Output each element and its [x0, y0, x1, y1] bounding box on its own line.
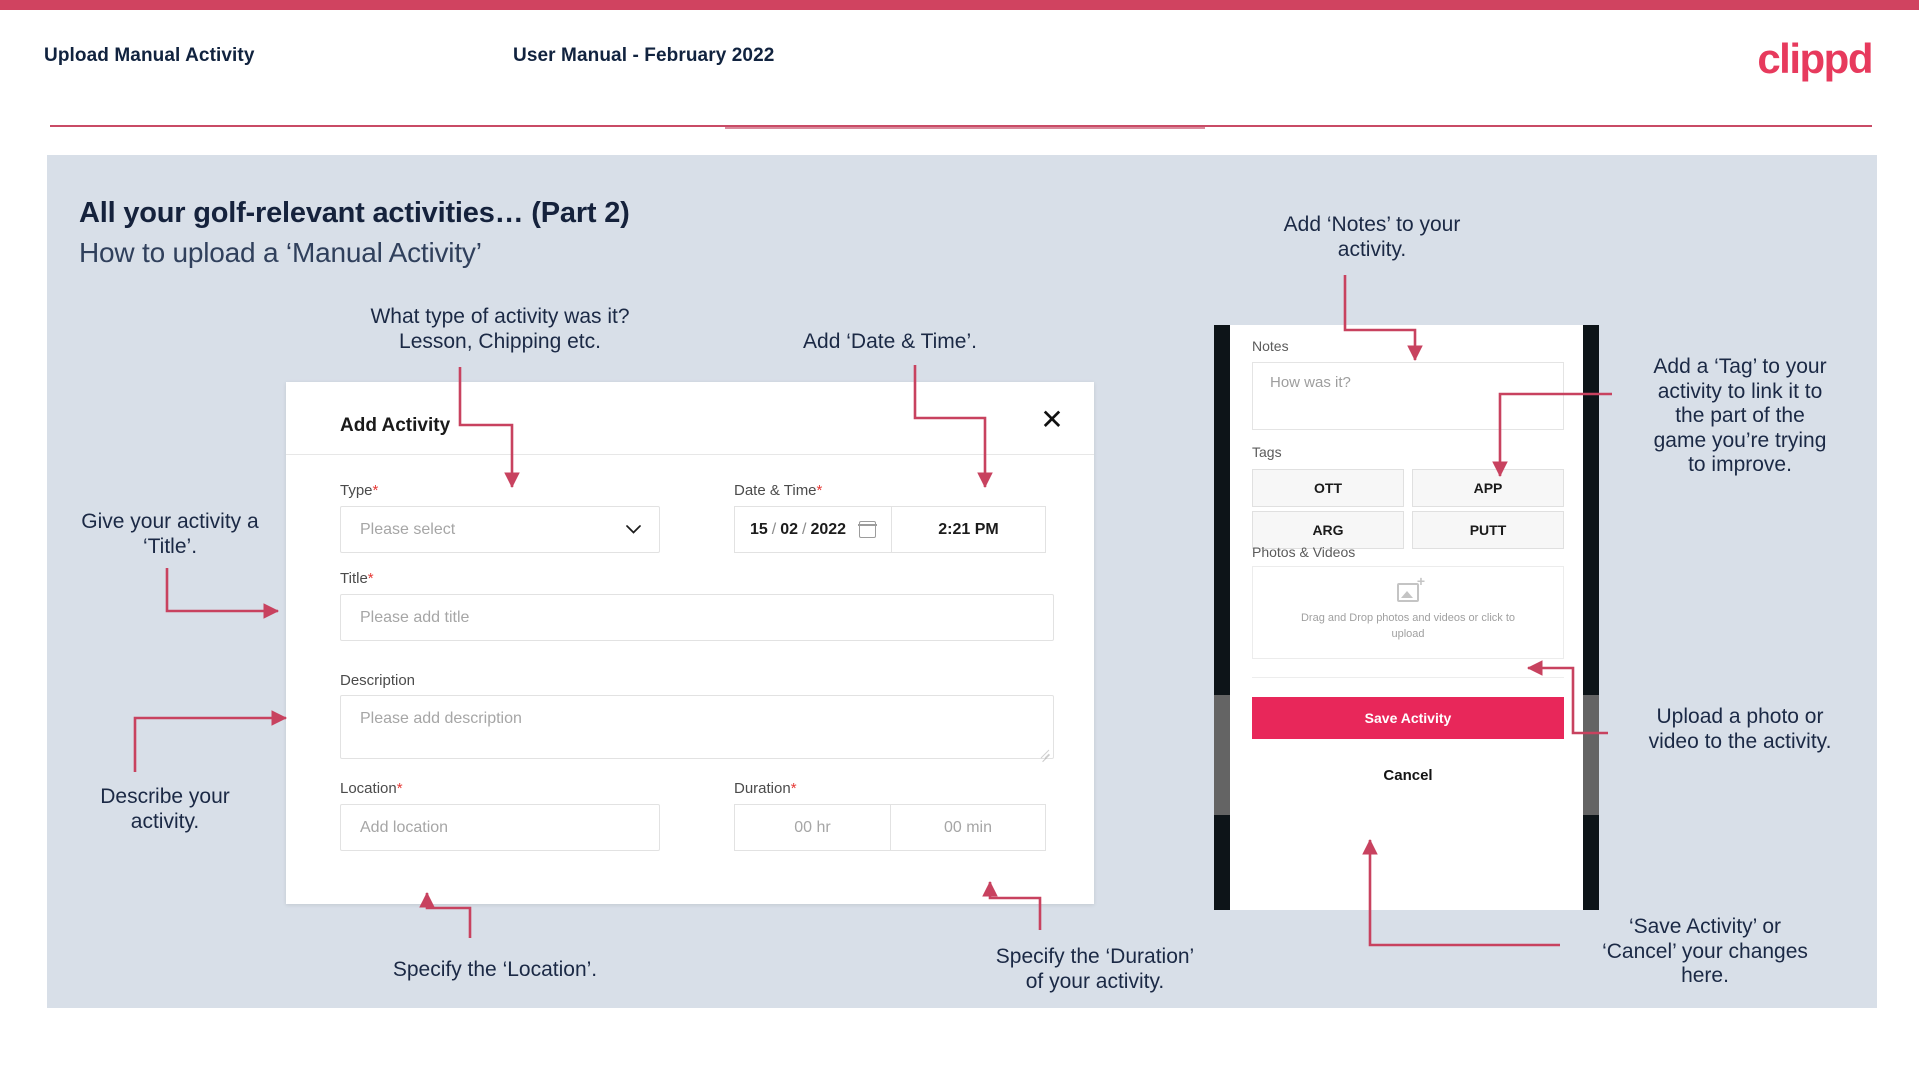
dialog-header-divider: [286, 454, 1094, 455]
date-input[interactable]: 15 / 02 / 2022: [734, 506, 891, 553]
annotation-datetime: Add ‘Date & Time’.: [803, 330, 977, 353]
duration-group: 00 hr 00 min: [734, 804, 1046, 851]
type-select[interactable]: Please select: [340, 506, 660, 553]
description-textarea[interactable]: Please add description: [340, 695, 1054, 759]
upload-dropzone[interactable]: Drag and Drop photos and videos or click…: [1252, 566, 1564, 659]
title-label: Title*: [340, 570, 374, 587]
type-label-text: Type: [340, 482, 373, 499]
title-label-text: Title: [340, 570, 368, 587]
description-label: Description: [340, 672, 416, 689]
annotation-location: Specify the ‘Location’.: [392, 958, 598, 981]
cancel-button[interactable]: Cancel: [1252, 755, 1564, 795]
page-subtitle: How to upload a ‘Manual Activity’: [79, 237, 482, 268]
description-placeholder: Please add description: [360, 710, 522, 727]
add-image-icon: [1397, 574, 1425, 602]
duration-label-text: Duration: [734, 780, 791, 797]
dialog-title: Add Activity: [340, 415, 451, 436]
tag-putt[interactable]: PUTT: [1412, 511, 1564, 549]
date-day: 15: [749, 520, 768, 538]
header-divider-secondary: [725, 127, 1205, 129]
annotation-tags: Add a ‘Tag’ to your activity to link it t…: [1653, 355, 1827, 477]
annotation-type: What type of activity was it? Lesson, Chi…: [370, 305, 630, 353]
notes-textarea[interactable]: How was it?: [1252, 362, 1564, 430]
tags-label: Tags: [1252, 444, 1282, 460]
type-required-mark: *: [372, 482, 379, 499]
annotation-description: Describe your activity.: [100, 785, 230, 833]
annotation-title: Give your activity a ‘Title’.: [81, 510, 259, 558]
notes-placeholder: How was it?: [1270, 374, 1351, 391]
duration-required-mark: *: [790, 780, 797, 797]
calendar-icon[interactable]: [858, 521, 877, 538]
datetime-label: Date & Time*: [734, 482, 822, 499]
date-sep-2: /: [802, 520, 807, 538]
title-required-mark: *: [367, 570, 374, 587]
datetime-required-mark: *: [816, 482, 823, 499]
title-placeholder: Please add title: [360, 608, 470, 626]
top-accent-bar: [0, 0, 1919, 10]
header-title: Upload Manual Activity: [44, 45, 255, 66]
date-month: 02: [780, 520, 798, 538]
time-input[interactable]: 2:21 PM: [891, 506, 1046, 553]
phone-bezel-right: [1583, 325, 1599, 910]
location-required-mark: *: [396, 780, 403, 797]
resize-handle-icon[interactable]: [1040, 746, 1050, 759]
phone-bezel-left: [1214, 325, 1230, 910]
header-subtitle: User Manual - February 2022: [513, 45, 775, 66]
tag-app[interactable]: APP: [1412, 469, 1564, 507]
add-activity-dialog: Add Activity ✕ Type* Please select Date …: [286, 382, 1094, 904]
location-placeholder: Add location: [360, 818, 449, 836]
photos-label: Photos & Videos: [1252, 544, 1356, 560]
annotation-notes: Add ‘Notes’ to your activity.: [1283, 213, 1461, 261]
page-title: All your golf-relevant activities… (Part…: [79, 197, 630, 229]
type-placeholder: Please select: [360, 520, 456, 538]
duration-hours-input[interactable]: 00 hr: [734, 804, 890, 851]
mobile-divider: [1252, 677, 1564, 678]
location-label: Location*: [340, 780, 403, 797]
chevron-down-icon: [626, 522, 641, 537]
datetime-group: 15 / 02 / 2022 2:21 PM: [734, 506, 1046, 553]
save-activity-button[interactable]: Save Activity: [1252, 697, 1564, 739]
type-label: Type*: [340, 482, 378, 499]
tag-ott[interactable]: OTT: [1252, 469, 1404, 507]
clippd-logo: clippd: [1757, 35, 1873, 82]
close-icon[interactable]: ✕: [1034, 402, 1070, 438]
annotation-duration: Specify the ‘Duration’ of your activity.: [995, 945, 1195, 993]
location-input[interactable]: Add location: [340, 804, 660, 851]
annotation-upload: Upload a photo or video to the activity.: [1648, 705, 1832, 753]
date-sep-1: /: [771, 520, 777, 538]
title-input[interactable]: Please add title: [340, 594, 1054, 641]
location-label-text: Location: [340, 780, 397, 797]
duration-label: Duration*: [734, 780, 797, 797]
mobile-preview: Notes How was it? Tags OTT APP ARG PUTT …: [1214, 325, 1599, 910]
phone-screen: Notes How was it? Tags OTT APP ARG PUTT …: [1230, 325, 1583, 910]
upload-hint-text: Drag and Drop photos and videos or click…: [1300, 611, 1515, 640]
duration-minutes-input[interactable]: 00 min: [890, 804, 1046, 851]
notes-label: Notes: [1252, 338, 1289, 354]
date-year: 2022: [810, 520, 847, 538]
slide-page: Upload Manual Activity User Manual - Feb…: [0, 0, 1919, 1079]
datetime-label-text: Date & Time: [734, 482, 817, 499]
annotation-save: ‘Save Activity’ or ‘Cancel’ your changes h…: [1602, 915, 1808, 988]
